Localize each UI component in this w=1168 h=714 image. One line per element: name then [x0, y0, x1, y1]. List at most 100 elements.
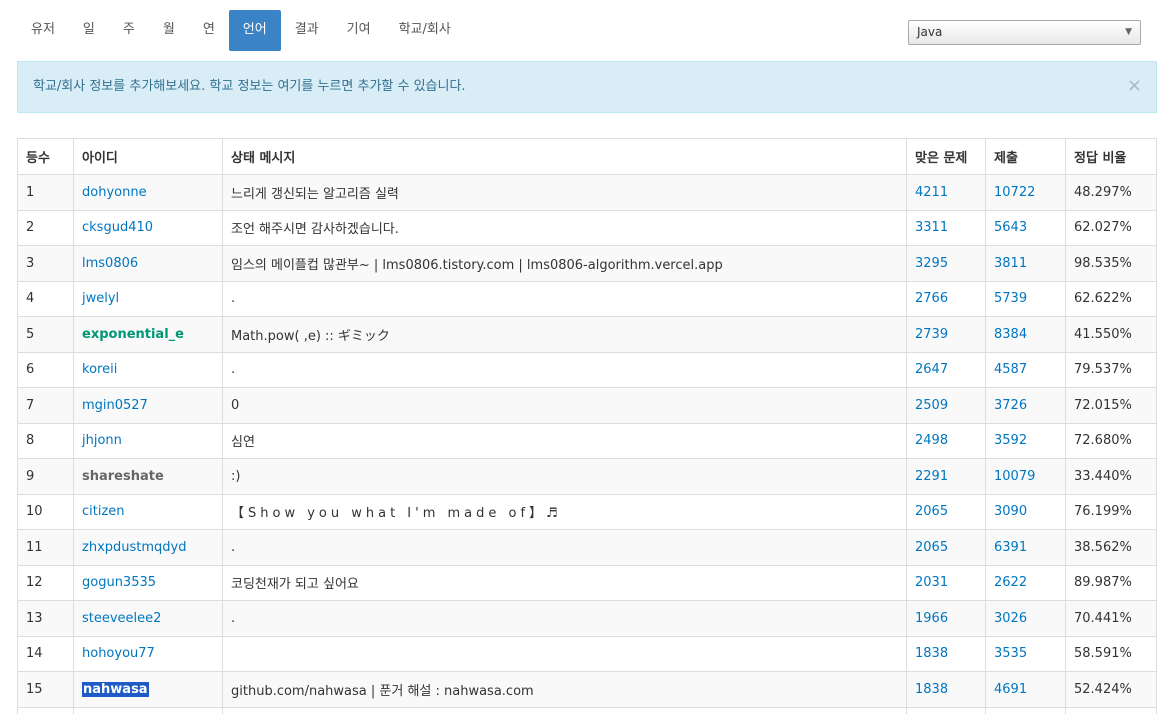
tab-week[interactable]: 주 — [109, 10, 149, 51]
user-id-link[interactable]: jwelyl — [82, 291, 119, 306]
accuracy-ratio: 76.199% — [1065, 493, 1157, 530]
solved-count-link[interactable]: 2065 — [915, 540, 948, 555]
table-row: 6 koreii . 2647 4587 79.537% — [17, 351, 1157, 388]
user-id-link[interactable]: gogun3535 — [82, 575, 156, 590]
solved-count-link[interactable]: 2766 — [915, 291, 948, 306]
table-row: 14 hohoyou77 1838 3535 58.591% — [17, 635, 1157, 672]
alert-text[interactable]: 학교/회사 정보를 추가해보세요. 학교 정보는 여기를 누르면 추가할 수 있… — [33, 79, 466, 94]
solved-count-link[interactable]: 2509 — [915, 398, 948, 413]
status-message: 조언 해주시면 감사하겠습니다. — [222, 209, 907, 246]
submission-count-link[interactable]: 3026 — [994, 611, 1027, 626]
submission-count-link[interactable]: 5643 — [994, 220, 1027, 235]
user-id-link[interactable]: lms0806 — [82, 256, 138, 271]
user-id-link[interactable]: steeveelee2 — [82, 611, 161, 626]
solved-count-link[interactable]: 3311 — [915, 220, 948, 235]
rank-cell: 14 — [17, 635, 74, 672]
ratio-cell — [1065, 706, 1157, 714]
table-row: 3 lms0806 임스의 메이플컵 많관부~ | lms0806.tistor… — [17, 245, 1157, 282]
solved-count-link[interactable]: 2291 — [915, 469, 948, 484]
submission-count-link[interactable]: 8384 — [994, 327, 1027, 342]
user-id-link[interactable]: shareshate — [82, 469, 164, 484]
header-id: 아이디 — [73, 138, 223, 175]
tab-contribution[interactable]: 기여 — [333, 10, 385, 51]
tab-result[interactable]: 결과 — [281, 10, 333, 51]
solved-count-link[interactable]: 4211 — [915, 185, 948, 200]
submission-count-link[interactable]: 2622 — [994, 575, 1027, 590]
tab-year[interactable]: 연 — [189, 10, 229, 51]
user-id-link[interactable]: exponential_e — [82, 327, 184, 342]
submission-count-link[interactable]: 10722 — [994, 185, 1035, 200]
table-row: 15 nahwasa github.com/nahwasa | 푼거 해설 : … — [17, 671, 1157, 708]
accuracy-ratio: 38.562% — [1065, 529, 1157, 566]
language-select[interactable]: Java ▼ — [908, 20, 1141, 45]
submission-count-link[interactable]: 4691 — [994, 682, 1027, 697]
table-header-row: 등수 아이디 상태 메시지 맞은 문제 제출 정답 비율 — [17, 138, 1157, 175]
submission-count-link[interactable]: 3592 — [994, 433, 1027, 448]
solved-count-link[interactable]: 2065 — [915, 504, 948, 519]
user-id-link[interactable]: citizen — [82, 504, 125, 519]
accuracy-ratio: 72.015% — [1065, 387, 1157, 424]
info-alert: 학교/회사 정보를 추가해보세요. 학교 정보는 여기를 누르면 추가할 수 있… — [17, 61, 1157, 113]
tab-user[interactable]: 유저 — [17, 10, 69, 51]
user-id-link[interactable]: hohoyou77 — [82, 646, 155, 661]
table-row: 7 mgin0527 0 2509 3726 72.015% — [17, 387, 1157, 424]
tab-month[interactable]: 월 — [149, 10, 189, 51]
tab-language[interactable]: 언어 — [228, 10, 281, 51]
accuracy-ratio: 70.441% — [1065, 600, 1157, 637]
rank-cell: 10 — [17, 493, 74, 530]
table-row: 8 jhjonn 심연 2498 3592 72.680% — [17, 422, 1157, 459]
table-row: 10 citizen 【Show you what I'm made of】♬ … — [17, 493, 1157, 530]
user-id-link[interactable]: dohyonne — [82, 185, 147, 200]
rank-cell: 8 — [17, 422, 74, 459]
accuracy-ratio: 33.440% — [1065, 458, 1157, 495]
tab-school-company[interactable]: 학교/회사 — [385, 10, 465, 51]
solved-count-link[interactable]: 3295 — [915, 256, 948, 271]
user-id-link[interactable]: koreii — [82, 362, 117, 377]
solved-count-link[interactable]: 2498 — [915, 433, 948, 448]
rank-cell — [17, 706, 74, 714]
solved-count-link[interactable]: 1838 — [915, 646, 948, 661]
status-message: 코딩천재가 되고 싶어요 — [222, 564, 907, 601]
user-id-link[interactable]: zhxpdustmqdyd — [82, 540, 186, 555]
submission-count-link[interactable]: 5739 — [994, 291, 1027, 306]
rank-cell: 6 — [17, 351, 74, 388]
rank-cell: 9 — [17, 458, 74, 495]
user-id-link[interactable]: mgin0527 — [82, 398, 148, 413]
status-message: github.com/nahwasa | 푼거 해설 : nahwasa.com — [222, 671, 907, 708]
submission-count-link[interactable]: 3090 — [994, 504, 1027, 519]
status-message — [222, 635, 907, 672]
solved-count-link[interactable]: 2031 — [915, 575, 948, 590]
submission-count-link[interactable]: 4587 — [994, 362, 1027, 377]
solved-count-link[interactable]: 2739 — [915, 327, 948, 342]
solved-cell — [906, 706, 986, 714]
table-row-partial — [17, 706, 1157, 714]
solved-count-link[interactable]: 2647 — [915, 362, 948, 377]
tab-day[interactable]: 일 — [69, 10, 109, 51]
user-id-link[interactable]: cksgud410 — [82, 220, 153, 235]
header-submissions: 제출 — [985, 138, 1066, 175]
accuracy-ratio: 58.591% — [1065, 635, 1157, 672]
rank-cell: 12 — [17, 564, 74, 601]
ranking-tabs: 유저 일 주 월 연 언어 결과 기여 학교/회사 — [17, 10, 465, 51]
rank-cell: 4 — [17, 280, 74, 317]
table-row: 5 exponential_e Math.pow( ,e) :: ギミック 27… — [17, 316, 1157, 353]
solved-count-link[interactable]: 1966 — [915, 611, 948, 626]
rank-cell: 1 — [17, 174, 74, 211]
header-rank: 등수 — [17, 138, 74, 175]
ranking-table: 등수 아이디 상태 메시지 맞은 문제 제출 정답 비율 1 dohyonne … — [17, 138, 1157, 714]
rank-cell: 7 — [17, 387, 74, 424]
status-message: 【Show you what I'm made of】♬ — [222, 493, 907, 530]
solved-count-link[interactable]: 1838 — [915, 682, 948, 697]
table-row: 11 zhxpdustmqdyd . 2065 6391 38.562% — [17, 529, 1157, 566]
status-message: 임스의 메이플컵 많관부~ | lms0806.tistory.com | lm… — [222, 245, 907, 282]
submission-count-link[interactable]: 3726 — [994, 398, 1027, 413]
submission-count-link[interactable]: 10079 — [994, 469, 1035, 484]
submission-count-link[interactable]: 6391 — [994, 540, 1027, 555]
submission-count-link[interactable]: 3535 — [994, 646, 1027, 661]
close-icon[interactable]: × — [1127, 62, 1142, 110]
submission-count-link[interactable]: 3811 — [994, 256, 1027, 271]
user-id-link[interactable]: jhjonn — [82, 433, 122, 448]
submission-cell — [985, 706, 1066, 714]
user-id-link[interactable]: nahwasa — [82, 681, 149, 697]
status-message: . — [222, 529, 907, 566]
